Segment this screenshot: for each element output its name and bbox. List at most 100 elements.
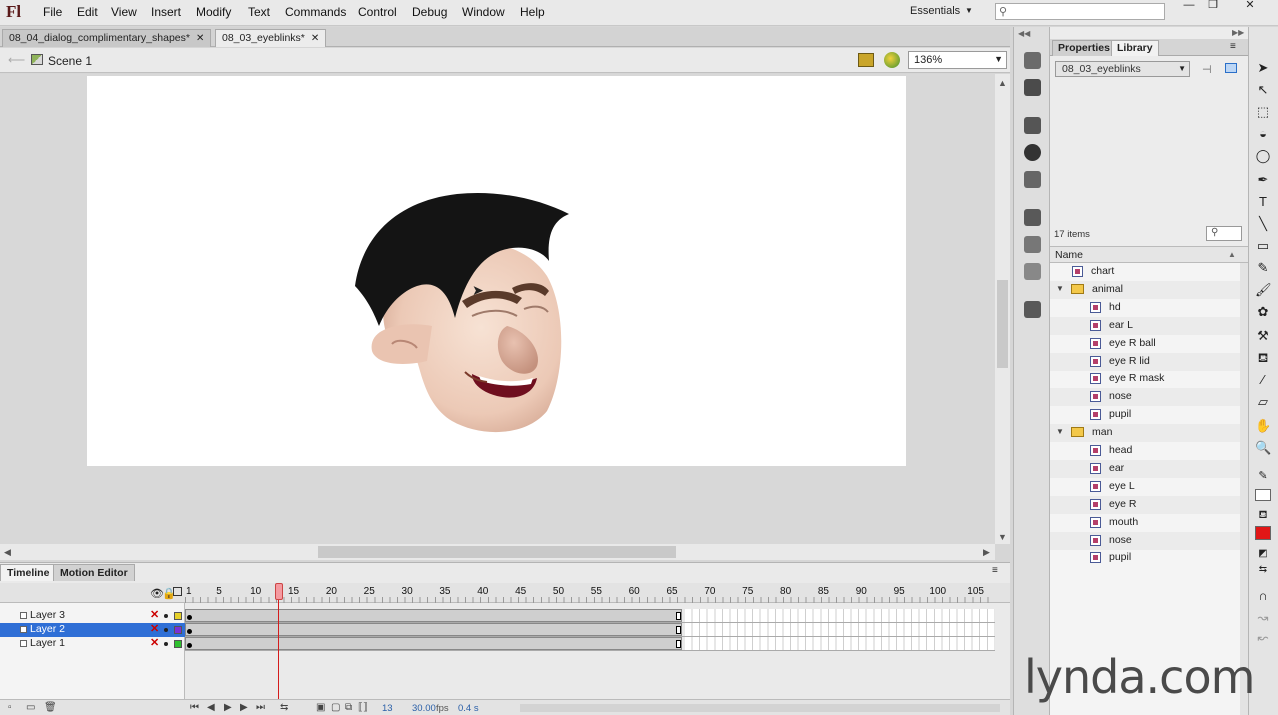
panel-menu-icon[interactable]: ≡ xyxy=(992,565,998,576)
library-item[interactable]: head xyxy=(1050,442,1240,460)
scroll-up-icon[interactable]: ▲ xyxy=(998,78,1007,88)
scroll-right-icon[interactable]: ▶ xyxy=(983,547,990,558)
library-folder[interactable]: ▼ man xyxy=(1050,424,1240,443)
library-item[interactable]: eye L xyxy=(1050,478,1240,496)
help-search-input[interactable]: ⚲ xyxy=(995,3,1165,20)
lock-dot-icon[interactable] xyxy=(164,628,168,632)
bone-tool-icon[interactable]: ⚒ xyxy=(1255,328,1271,344)
menu-modify[interactable]: Modify xyxy=(196,5,231,19)
snap-icon[interactable]: ∩ xyxy=(1255,588,1271,604)
close-icon[interactable]: ✕ xyxy=(311,33,319,44)
menu-insert[interactable]: Insert xyxy=(151,5,181,19)
current-frame[interactable]: 13 xyxy=(382,703,393,714)
keyframe[interactable] xyxy=(187,643,192,648)
scroll-thumb[interactable] xyxy=(318,546,676,558)
library-item[interactable]: eye R ball xyxy=(1050,335,1240,353)
library-item[interactable]: ear L xyxy=(1050,316,1240,335)
onion-skin-icon[interactable]: ▣ xyxy=(316,702,325,713)
layer-outline-swatch[interactable] xyxy=(174,612,182,620)
subselection-tool-icon[interactable]: ↖ xyxy=(1255,82,1271,98)
library-item[interactable]: nose xyxy=(1050,531,1240,550)
free-transform-tool-icon[interactable]: ⬚ xyxy=(1255,104,1271,120)
library-item[interactable]: eye R mask xyxy=(1050,370,1240,388)
3d-rotation-tool-icon[interactable]: ◒ xyxy=(1255,126,1271,142)
menu-file[interactable]: File xyxy=(43,5,62,19)
rectangle-tool-icon[interactable]: ▭ xyxy=(1255,238,1271,254)
visibility-x-icon[interactable]: ✕ xyxy=(150,622,159,635)
align-icon[interactable] xyxy=(1024,117,1041,134)
new-layer-icon[interactable]: ▫ xyxy=(8,702,12,713)
panel-menu-icon[interactable]: ≡ xyxy=(1230,41,1236,52)
edit-multiple-frames-icon[interactable]: ⧉ xyxy=(345,702,352,713)
library-search-input[interactable]: ⚲ xyxy=(1206,226,1242,241)
library-folder[interactable]: ▼ animal xyxy=(1050,280,1240,299)
loop-icon[interactable]: ⇆ xyxy=(280,702,288,713)
info-icon[interactable] xyxy=(1024,144,1041,161)
edit-symbols-icon[interactable] xyxy=(858,53,874,67)
library-scrollbar[interactable] xyxy=(1240,263,1248,715)
cartoon-head[interactable] xyxy=(87,76,906,466)
menu-text[interactable]: Text xyxy=(248,5,270,19)
line-tool-icon[interactable]: ╲ xyxy=(1255,216,1271,232)
hand-tool-icon[interactable]: ✋ xyxy=(1255,418,1271,434)
modify-markers-icon[interactable]: ⟦⟧ xyxy=(358,702,368,713)
output-icon[interactable] xyxy=(1024,301,1041,318)
workspace-switcher[interactable]: Essentials xyxy=(910,5,960,17)
brush-tool-icon[interactable]: 🖌 xyxy=(1255,282,1272,298)
pencil-tool-icon[interactable]: ✎ xyxy=(1255,260,1271,276)
library-item[interactable]: eye R lid xyxy=(1050,352,1240,371)
components-icon[interactable] xyxy=(1024,236,1041,253)
pin-icon[interactable]: ⊣ xyxy=(1202,63,1212,76)
paint-bucket-tool-icon[interactable]: ⛾ xyxy=(1255,350,1271,366)
menu-help[interactable]: Help xyxy=(520,5,545,19)
frame-span[interactable] xyxy=(185,637,682,650)
chevron-down-icon[interactable]: ▼ xyxy=(1056,427,1064,436)
scroll-thumb[interactable] xyxy=(997,280,1008,368)
keyframe[interactable] xyxy=(187,629,192,634)
lock-icon[interactable]: 🔒 xyxy=(162,587,176,600)
frame-span[interactable] xyxy=(185,609,682,622)
lock-dot-icon[interactable] xyxy=(164,642,168,646)
lasso-tool-icon[interactable]: ◯ xyxy=(1255,148,1271,164)
stroke-color-swatch[interactable] xyxy=(1255,489,1271,501)
onion-outline-icon[interactable]: ▢ xyxy=(331,702,340,713)
layer-name[interactable]: Layer 2 xyxy=(30,623,65,635)
step-back-icon[interactable]: ◀ xyxy=(207,702,215,713)
library-item[interactable]: pupil xyxy=(1050,549,1240,567)
menu-view[interactable]: View xyxy=(111,5,137,19)
library-item[interactable]: mouth xyxy=(1050,514,1240,532)
menu-control[interactable]: Control xyxy=(358,5,397,19)
library-document-select[interactable]: 08_03_eyeblinks ▼ xyxy=(1055,61,1190,77)
play-icon[interactable]: ▶ xyxy=(224,702,232,713)
frame-rate[interactable]: 30.00 xyxy=(412,703,436,714)
new-folder-icon[interactable]: ▭ xyxy=(26,702,35,713)
first-frame-icon[interactable]: ⏮ xyxy=(190,702,199,713)
selection-tool-icon[interactable]: ➤ xyxy=(1255,60,1271,76)
new-library-panel-icon[interactable] xyxy=(1225,63,1237,73)
motion-presets-icon[interactable] xyxy=(1024,263,1041,280)
restore-button[interactable]: ❐ xyxy=(1199,0,1227,12)
layer-outline-swatch[interactable] xyxy=(174,640,182,648)
layer-name[interactable]: Layer 3 xyxy=(30,609,65,621)
eraser-tool-icon[interactable]: ▱ xyxy=(1255,394,1271,410)
layer-row[interactable]: Layer 1 ✕ xyxy=(0,637,185,651)
frame-row[interactable] xyxy=(185,623,995,637)
keyframe[interactable] xyxy=(187,615,192,620)
transform-icon[interactable] xyxy=(1024,171,1041,188)
vertical-scrollbar[interactable]: ▲ ▼ xyxy=(995,74,1010,544)
zoom-tool-icon[interactable]: 🔍 xyxy=(1255,440,1271,456)
empty-frames[interactable] xyxy=(685,609,995,622)
close-button[interactable]: ✕ xyxy=(1236,0,1264,12)
frame-row[interactable] xyxy=(185,637,995,651)
black-white-icon[interactable]: ◩ xyxy=(1255,546,1271,562)
stroke-color-icon[interactable]: ✎ xyxy=(1255,468,1271,484)
menu-edit[interactable]: Edit xyxy=(77,5,98,19)
menu-debug[interactable]: Debug xyxy=(412,5,447,19)
swap-colors-icon[interactable]: ⇆ xyxy=(1255,562,1271,578)
close-icon[interactable]: ✕ xyxy=(196,33,204,44)
tab-motion-editor[interactable]: Motion Editor xyxy=(53,564,135,581)
text-tool-icon[interactable]: T xyxy=(1255,194,1271,210)
library-item[interactable]: chart xyxy=(1050,263,1240,281)
expand-icon[interactable]: ▶▶ xyxy=(1232,28,1244,37)
smooth-icon[interactable]: ↝ xyxy=(1255,610,1271,626)
